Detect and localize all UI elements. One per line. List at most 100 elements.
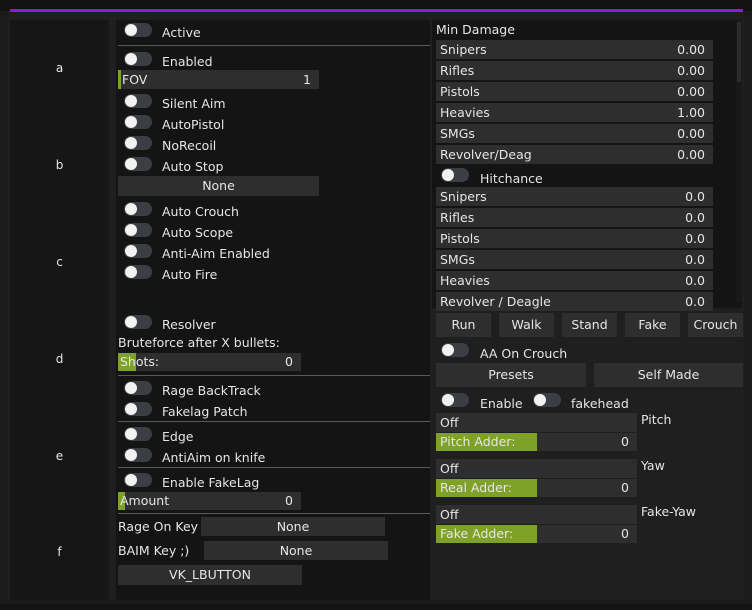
- pitch-adder-slider[interactable]: Pitch Adder: 0: [436, 433, 637, 451]
- enabled-toggle[interactable]: [124, 52, 152, 66]
- auto-scope-toggle[interactable]: [124, 223, 152, 237]
- min-damage-value: 0.00: [677, 63, 705, 78]
- tab-bar: a b c d e f: [10, 20, 109, 600]
- tab-d[interactable]: d: [10, 352, 109, 366]
- self-made-button[interactable]: Self Made: [594, 363, 743, 387]
- hitchance-label: SMGs: [440, 252, 475, 267]
- min-damage-value: 0.00: [677, 42, 705, 57]
- aa-on-crouch-toggle[interactable]: [441, 343, 469, 357]
- edge-label: Edge: [162, 429, 194, 444]
- fakelag-patch-label: Fakelag Patch: [162, 404, 248, 419]
- min-damage-label: Rifles: [440, 63, 475, 78]
- hitchance-value: 0.0: [685, 273, 705, 288]
- divider: [118, 45, 430, 46]
- no-recoil-label: NoRecoil: [162, 138, 217, 153]
- key-bind-button[interactable]: VK_LBUTTON: [118, 565, 302, 585]
- min-damage-label: Pistols: [440, 84, 480, 99]
- tab-a[interactable]: a: [10, 61, 109, 75]
- tab-b[interactable]: b: [10, 158, 109, 172]
- min-damage-row[interactable]: Pistols 0.00: [436, 82, 713, 101]
- hitchance-row[interactable]: Snipers 0.0: [436, 187, 713, 206]
- baim-key-selector[interactable]: None: [204, 541, 388, 560]
- real-adder-label: Real Adder:: [440, 480, 512, 495]
- hitchance-row[interactable]: Rifles 0.0: [436, 208, 713, 227]
- min-damage-row[interactable]: Snipers 0.00: [436, 40, 713, 59]
- no-recoil-toggle[interactable]: [124, 136, 152, 150]
- hitchance-value: 0.0: [685, 294, 705, 309]
- hitchance-row[interactable]: Pistols 0.0: [436, 229, 713, 248]
- bruteforce-label: Bruteforce after X bullets:: [118, 335, 280, 350]
- min-damage-value: 1.00: [677, 105, 705, 120]
- pitch-adder-value: 0: [621, 434, 629, 449]
- min-damage-label: SMGs: [440, 126, 475, 141]
- yaw-label: Yaw: [641, 458, 665, 473]
- auto-fire-toggle[interactable]: [124, 265, 152, 279]
- min-damage-label: Revolver/Deag: [440, 147, 532, 162]
- shots-slider[interactable]: Shots: 0: [118, 353, 301, 371]
- auto-fire-label: Auto Fire: [162, 267, 218, 282]
- anti-aim-toggle[interactable]: [124, 244, 152, 258]
- auto-stop-toggle[interactable]: [124, 157, 152, 171]
- tab-e[interactable]: e: [10, 449, 109, 463]
- pitch-value: Off: [440, 415, 459, 430]
- min-damage-row[interactable]: Rifles 0.00: [436, 61, 713, 80]
- mode-button-walk[interactable]: Walk: [499, 313, 554, 337]
- divider: [118, 467, 430, 468]
- hitchance-row[interactable]: SMGs 0.0: [436, 250, 713, 269]
- pitch-adder-label: Pitch Adder:: [440, 434, 516, 449]
- amount-slider[interactable]: Amount 0: [118, 492, 301, 510]
- aa-on-crouch-label: AA On Crouch: [480, 346, 568, 361]
- auto-pistol-toggle[interactable]: [124, 115, 152, 129]
- min-damage-row[interactable]: Revolver/Deag 0.00: [436, 145, 713, 164]
- resolver-toggle[interactable]: [124, 315, 152, 329]
- mode-button-stand[interactable]: Stand: [562, 313, 617, 337]
- hitchance-row[interactable]: Revolver / Deagle 0.0: [436, 292, 713, 311]
- auto-stop-label: Auto Stop: [162, 159, 224, 174]
- fov-slider[interactable]: FOV 1: [118, 70, 319, 89]
- fov-label: FOV: [122, 72, 148, 87]
- active-label: Active: [162, 25, 201, 40]
- auto-stop-dropdown[interactable]: None: [118, 176, 319, 196]
- fov-value: 1: [303, 72, 311, 87]
- fake-adder-slider[interactable]: Fake Adder: 0: [436, 525, 637, 543]
- rage-key-selector[interactable]: None: [201, 517, 385, 536]
- fakelag-patch-toggle[interactable]: [124, 402, 152, 416]
- yaw-dropdown[interactable]: Off: [436, 459, 637, 478]
- hitchance-row[interactable]: Heavies 0.0: [436, 271, 713, 290]
- enable-fakelag-toggle[interactable]: [124, 473, 152, 487]
- real-adder-value: 0: [621, 480, 629, 495]
- presets-button[interactable]: Presets: [436, 363, 586, 387]
- real-adder-slider[interactable]: Real Adder: 0: [436, 479, 637, 497]
- enable-toggle[interactable]: [441, 393, 469, 407]
- rage-backtrack-toggle[interactable]: [124, 381, 152, 395]
- min-damage-row[interactable]: Heavies 1.00: [436, 103, 713, 122]
- scrollbar-thumb[interactable]: [737, 22, 741, 82]
- tab-f[interactable]: f: [10, 545, 109, 559]
- mode-button-crouch[interactable]: Crouch: [688, 313, 743, 337]
- tab-c[interactable]: c: [10, 255, 109, 269]
- antiaim-knife-toggle[interactable]: [124, 448, 152, 462]
- antiaim-knife-label: AntiAim on knife: [162, 450, 266, 465]
- min-damage-row[interactable]: SMGs 0.00: [436, 124, 713, 143]
- edge-toggle[interactable]: [124, 427, 152, 441]
- baim-key-label: BAIM Key ;): [118, 543, 190, 558]
- mode-button-run[interactable]: Run: [436, 313, 491, 337]
- auto-pistol-label: AutoPistol: [162, 117, 225, 132]
- active-toggle[interactable]: [124, 23, 152, 37]
- mode-button-fake[interactable]: Fake: [625, 313, 680, 337]
- shots-value: 0: [285, 354, 293, 369]
- pitch-dropdown[interactable]: Off: [436, 413, 637, 432]
- silent-aim-toggle[interactable]: [124, 94, 152, 108]
- fakehead-toggle[interactable]: [533, 393, 561, 407]
- fake-yaw-label: Fake-Yaw: [641, 504, 697, 519]
- bottom-bar: [0, 604, 752, 610]
- auto-crouch-toggle[interactable]: [124, 202, 152, 216]
- min-damage-title: Min Damage: [436, 22, 515, 37]
- hitchance-toggle[interactable]: [441, 168, 469, 182]
- amount-label: Amount: [120, 493, 170, 508]
- enable-label: Enable: [480, 396, 523, 411]
- fake-adder-value: 0: [621, 526, 629, 541]
- hitchance-label: Heavies: [440, 273, 490, 288]
- divider: [118, 421, 430, 422]
- fake-yaw-dropdown[interactable]: Off: [436, 505, 637, 524]
